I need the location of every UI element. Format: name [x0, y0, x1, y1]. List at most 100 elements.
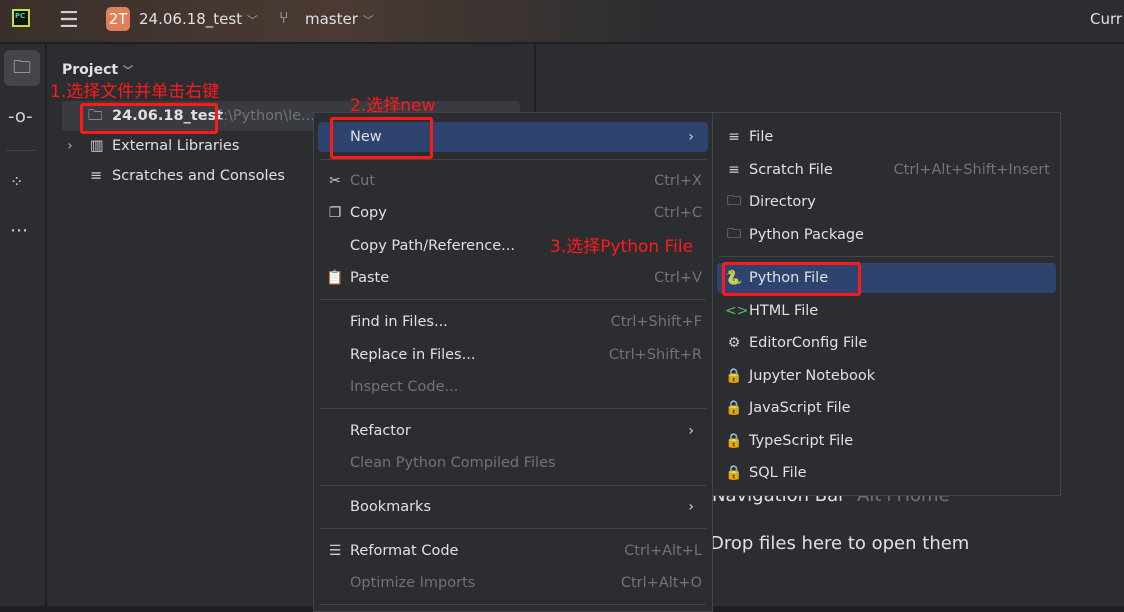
- pycharm-logo[interactable]: PC: [12, 9, 30, 27]
- menu-item-label: Optimize Imports: [350, 575, 476, 591]
- reformat-icon: ☰: [328, 543, 342, 559]
- menu-item-label: Paste: [350, 270, 390, 286]
- menu-item-label: Scratch File: [749, 162, 833, 178]
- annotation-box-step1: [80, 103, 218, 134]
- menu-item-copy[interactable]: ❐ Copy Ctrl+C: [318, 198, 708, 228]
- chevron-right-icon: ›: [688, 129, 694, 145]
- project-tool-button[interactable]: 🗀: [4, 50, 40, 86]
- menu-item-clean-python-compiled-files[interactable]: Clean Python Compiled Files: [318, 448, 708, 478]
- lock-icon: 🔒: [725, 400, 743, 416]
- structure-icon[interactable]: ⁘: [10, 172, 23, 191]
- commit-icon[interactable]: -o-: [8, 106, 33, 127]
- chevron-right-icon: ›: [688, 499, 694, 515]
- lock-icon: 🔒: [725, 465, 743, 481]
- menu-item-label: HTML File: [749, 303, 819, 319]
- menu-item-inspect-code[interactable]: Inspect Code...: [318, 372, 708, 402]
- chevron-down-icon: ﹀: [122, 66, 133, 77]
- menu-item-javascript-file[interactable]: 🔒 JavaScript File: [717, 393, 1056, 423]
- menu-item-optimize-imports[interactable]: Optimize Imports Ctrl+Alt+O: [318, 568, 708, 598]
- menu-separator: [320, 604, 706, 605]
- menu-separator: [320, 408, 706, 409]
- menu-item-label: Find in Files...: [350, 314, 448, 330]
- more-icon[interactable]: ⋯: [10, 220, 28, 241]
- menu-item-replace-in-files[interactable]: Replace in Files... Ctrl+Shift+R: [318, 340, 708, 370]
- lock-icon: 🔒: [725, 433, 743, 449]
- menu-separator: [320, 299, 706, 300]
- title-bar: PC ☰ 2T 24.06.18_test ﹀ ⑂ master ﹀ Curr: [0, 0, 1124, 43]
- project-panel-title[interactable]: Project ﹀: [62, 62, 133, 78]
- tree-item-path: E:\Python\le...: [214, 108, 315, 124]
- menu-item-label: EditorConfig File: [749, 335, 868, 351]
- menu-item-shortcut: Ctrl+V: [654, 270, 702, 286]
- menu-item-label: Copy Path/Reference...: [350, 238, 515, 254]
- tree-item-label: External Libraries: [112, 138, 240, 154]
- menu-item-html-file[interactable]: <> HTML File: [717, 296, 1056, 326]
- divider: [6, 150, 36, 151]
- menu-item-find-in-files[interactable]: Find in Files... Ctrl+Shift+F: [318, 307, 708, 337]
- library-icon: ▥: [90, 138, 104, 154]
- menu-item-label: Jupyter Notebook: [749, 368, 876, 384]
- menu-item-cut[interactable]: ✂ Cut Ctrl+X: [318, 166, 708, 196]
- file-icon: ≡: [728, 129, 740, 145]
- menu-item-label: JavaScript File: [749, 400, 851, 416]
- menu-item-shortcut: Ctrl+Alt+O: [620, 575, 702, 591]
- menu-separator: [719, 256, 1054, 257]
- paste-icon: 📋: [326, 270, 344, 286]
- context-menu: New › ✂ Cut Ctrl+X ❐ Copy Ctrl+C Copy Path/Refer…: [313, 112, 713, 612]
- copy-icon: ❐: [328, 205, 342, 221]
- branch-icon: ⑂: [279, 8, 289, 27]
- menu-item-label: Reformat Code: [350, 543, 459, 559]
- menu-item-label: SQL File: [749, 465, 807, 481]
- project-badge[interactable]: 2T: [106, 7, 130, 31]
- menu-item-label: Refactor: [350, 423, 411, 439]
- menu-item-typescript-file[interactable]: 🔒 TypeScript File: [717, 426, 1056, 456]
- annotation-step2: 2.选择new: [350, 96, 436, 116]
- annotation-step3: 3.选择Python File: [550, 237, 693, 257]
- menu-item-label: Copy: [350, 205, 387, 221]
- chevron-right-icon: ›: [688, 423, 694, 439]
- menu-item-label: Clean Python Compiled Files: [350, 455, 556, 471]
- gear-icon: ⚙: [727, 335, 741, 351]
- annotation-box-step3: [722, 262, 861, 296]
- menu-separator: [320, 485, 706, 486]
- tree-item-label: Scratches and Consoles: [112, 168, 285, 184]
- current-file-selector[interactable]: Curr: [1090, 10, 1122, 28]
- menu-item-label: File: [749, 129, 774, 145]
- menu-item-label: TypeScript File: [749, 433, 854, 449]
- menu-item-jupyter-notebook[interactable]: 🔒 Jupyter Notebook: [717, 361, 1056, 391]
- main-menu-icon[interactable]: ☰: [59, 8, 79, 33]
- scratch-icon: ≡: [90, 168, 103, 184]
- project-selector[interactable]: 24.06.18_test ﹀: [139, 10, 258, 28]
- menu-item-label: Inspect Code...: [350, 379, 459, 395]
- menu-item-label: Bookmarks: [350, 499, 432, 515]
- scratch-icon: ≡: [728, 162, 740, 178]
- menu-item-shortcut: Ctrl+Shift+F: [610, 314, 702, 330]
- branch-name: master: [305, 10, 358, 28]
- menu-item-label: Replace in Files...: [350, 347, 476, 363]
- new-submenu: ≡ File ≡ Scratch File Ctrl+Alt+Shift+Insert 🗀…: [712, 112, 1061, 496]
- menu-item-sql-file[interactable]: 🔒 SQL File: [717, 458, 1056, 488]
- menu-item-editorconfig-file[interactable]: ⚙ EditorConfig File: [717, 328, 1056, 358]
- menu-separator: [320, 528, 706, 529]
- menu-item-file[interactable]: ≡ File: [717, 122, 1056, 152]
- menu-item-shortcut: Ctrl+Shift+R: [608, 347, 702, 363]
- branch-selector[interactable]: master ﹀: [305, 10, 374, 28]
- menu-item-directory[interactable]: 🗀 Directory: [717, 187, 1056, 217]
- chevron-right-icon[interactable]: ›: [67, 131, 73, 161]
- menu-item-paste[interactable]: 📋 Paste Ctrl+V: [318, 263, 708, 293]
- panel-title-text: Project: [62, 62, 119, 78]
- menu-item-python-package[interactable]: 🗀 Python Package: [717, 220, 1056, 250]
- menu-item-refactor[interactable]: Refactor ›: [318, 416, 708, 446]
- html-icon: <>: [725, 303, 749, 319]
- annotation-box-step2: [330, 117, 433, 159]
- menu-item-label: Cut: [350, 173, 375, 189]
- menu-item-bookmarks[interactable]: Bookmarks ›: [318, 492, 708, 522]
- menu-item-reformat-code[interactable]: ☰ Reformat Code Ctrl+Alt+L: [318, 536, 708, 566]
- lock-icon: 🔒: [725, 368, 743, 384]
- menu-item-scratch-file[interactable]: ≡ Scratch File Ctrl+Alt+Shift+Insert: [717, 155, 1056, 185]
- menu-item-label: Python Package: [749, 227, 864, 243]
- project-name: 24.06.18_test: [139, 10, 243, 28]
- menu-item-shortcut: Ctrl+X: [654, 173, 702, 189]
- folder-icon: 🗀: [727, 193, 741, 209]
- menu-separator: [320, 159, 706, 160]
